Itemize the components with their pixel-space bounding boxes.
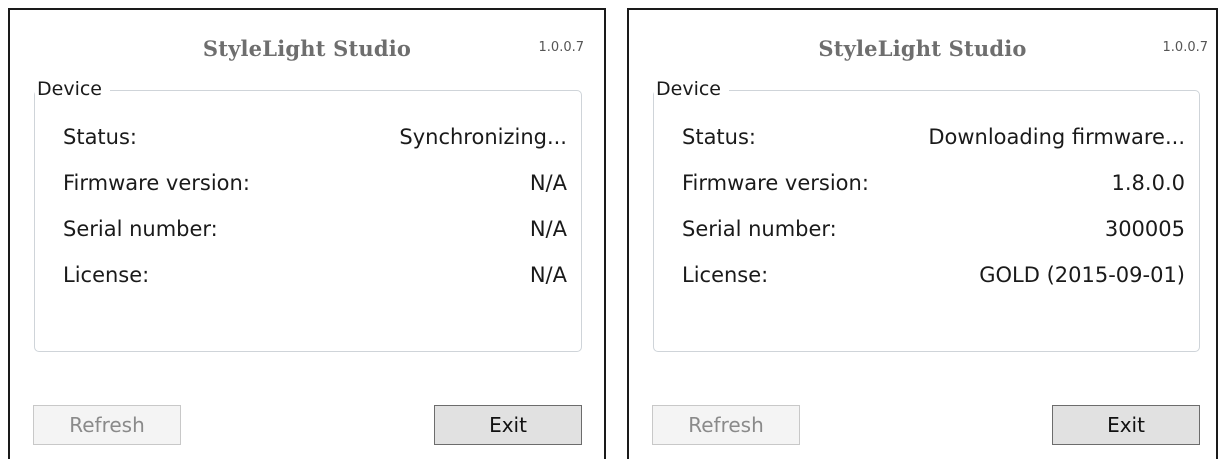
exit-button[interactable]: Exit — [1052, 405, 1200, 445]
app-title: StyleLight Studio — [202, 36, 412, 61]
serial-number-row: Serial number: 300005 — [682, 217, 1185, 247]
status-value: Synchronizing... — [399, 125, 567, 149]
license-label: License: — [63, 263, 150, 287]
firmware-version-value: 1.8.0.0 — [1111, 171, 1185, 195]
serial-number-value: 300005 — [1104, 217, 1185, 241]
firmware-version-label: Firmware version: — [63, 171, 250, 195]
device-groupbox: Device Status: Downloading firmware... F… — [653, 78, 1200, 352]
status-row: Status: Downloading firmware... — [682, 125, 1185, 155]
status-row: Status: Synchronizing... — [63, 125, 567, 155]
firmware-version-row: Firmware version: 1.8.0.0 — [682, 171, 1185, 201]
device-group-label: Device — [654, 78, 729, 100]
firmware-version-label: Firmware version: — [682, 171, 869, 195]
refresh-button[interactable]: Refresh — [33, 405, 181, 445]
serial-number-row: Serial number: N/A — [63, 217, 567, 247]
serial-number-label: Serial number: — [682, 217, 837, 241]
status-label: Status: — [63, 125, 137, 149]
app-window-left: StyleLight Studio 1.0.0.7 Device Status:… — [8, 8, 606, 459]
device-group-label: Device — [35, 78, 110, 100]
exit-button[interactable]: Exit — [434, 405, 582, 445]
refresh-button[interactable]: Refresh — [652, 405, 800, 445]
license-row: License: N/A — [63, 263, 567, 293]
license-row: License: GOLD (2015-09-01) — [682, 263, 1185, 293]
license-value: GOLD (2015-09-01) — [979, 263, 1185, 287]
status-value: Downloading firmware... — [928, 125, 1185, 149]
app-window-right: StyleLight Studio 1.0.0.7 Device Status:… — [627, 8, 1218, 459]
version-label: 1.0.0.7 — [538, 40, 584, 55]
firmware-version-row: Firmware version: N/A — [63, 171, 567, 201]
device-groupbox: Device Status: Synchronizing... Firmware… — [34, 78, 582, 352]
version-label: 1.0.0.7 — [1162, 40, 1208, 55]
serial-number-label: Serial number: — [63, 217, 218, 241]
serial-number-value: N/A — [529, 217, 567, 241]
license-label: License: — [682, 263, 769, 287]
status-label: Status: — [682, 125, 756, 149]
license-value: N/A — [529, 263, 567, 287]
app-title: StyleLight Studio — [818, 36, 1027, 61]
firmware-version-value: N/A — [529, 171, 567, 195]
